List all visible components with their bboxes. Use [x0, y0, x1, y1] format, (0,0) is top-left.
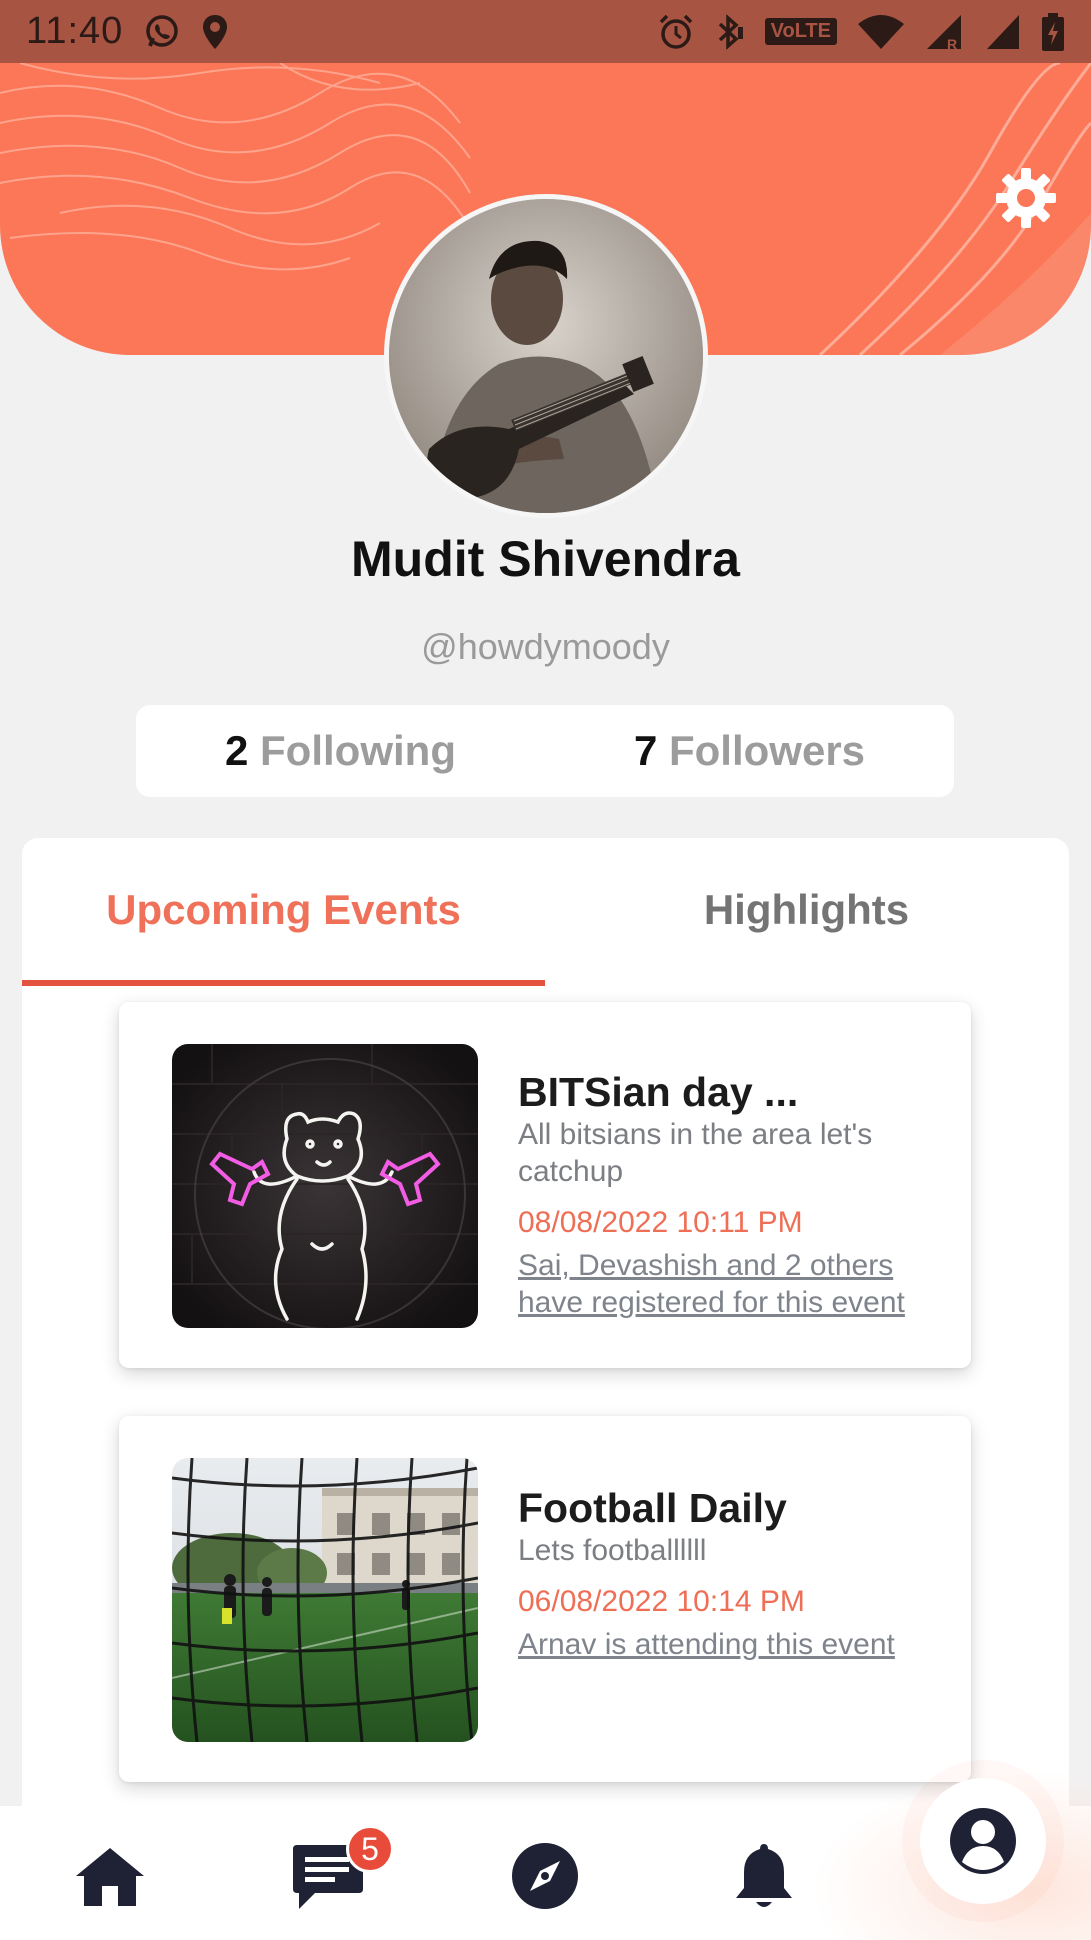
location-icon: [201, 13, 229, 51]
followers-count: 7: [633, 727, 658, 774]
gear-icon: [996, 168, 1056, 228]
status-bar: 11:40 VoLTE R: [0, 0, 1091, 63]
event-info: BITSian day ... All bitsians in the area…: [518, 1068, 941, 1321]
following-stat[interactable]: 2 Following: [136, 727, 545, 775]
nav-notifications[interactable]: [724, 1836, 804, 1916]
compass-icon: [512, 1843, 578, 1909]
volte-badge: VoLTE: [764, 18, 837, 45]
event-attendance-link[interactable]: Sai, Devashish and 2 others have registe…: [518, 1247, 941, 1321]
event-description: All bitsians in the area let's catchup: [518, 1118, 873, 1188]
neon-bear-image: [172, 1044, 478, 1328]
profile-icon: [950, 1808, 1016, 1874]
nav-home[interactable]: [70, 1836, 150, 1916]
followers-label: Followers: [668, 727, 866, 774]
event-card[interactable]: BITSian day ... All bitsians in the area…: [119, 1002, 971, 1368]
bell-icon: [736, 1844, 792, 1907]
status-time: 11:40: [26, 10, 124, 52]
signal-icon: [985, 13, 1021, 51]
avatar[interactable]: [384, 194, 708, 518]
event-card[interactable]: Football Daily Lets footballllll 06/08/2…: [119, 1416, 971, 1782]
follow-stats: 2 Following 7 Followers: [136, 705, 954, 797]
event-datetime: 06/08/2022 10:14 PM: [518, 1585, 805, 1618]
avatar-photo: [389, 199, 703, 513]
alarm-icon: [657, 13, 695, 51]
event-title: BITSian day ...: [518, 1069, 799, 1115]
event-title: Football Daily: [518, 1485, 787, 1531]
whatsapp-icon: [143, 13, 181, 51]
nav-profile[interactable]: [920, 1778, 1046, 1904]
tab-highlights[interactable]: Highlights: [545, 838, 1068, 986]
home-icon: [76, 1848, 144, 1906]
event-description: Lets footballllll: [518, 1534, 707, 1567]
following-label: Following: [260, 727, 456, 774]
profile-handle: @howdymoody: [421, 626, 670, 667]
event-info: Football Daily Lets footballllll 06/08/2…: [518, 1484, 941, 1663]
profile-name: Mudit Shivendra: [351, 531, 740, 587]
signal-roaming-icon: R: [925, 13, 965, 51]
football-field-image: [172, 1458, 478, 1742]
active-tab-indicator: [22, 980, 545, 986]
settings-button[interactable]: [991, 163, 1061, 233]
tab-upcoming-events[interactable]: Upcoming Events: [22, 838, 545, 986]
svg-text:R: R: [947, 36, 957, 51]
tab-bar: Upcoming Events Highlights: [22, 838, 1069, 986]
followers-stat[interactable]: 7 Followers: [545, 727, 954, 775]
event-thumbnail: [172, 1044, 478, 1328]
battery-charging-icon: [1041, 12, 1065, 52]
event-datetime: 08/08/2022 10:11 PM: [518, 1206, 803, 1239]
following-count: 2: [225, 727, 249, 774]
nav-explore[interactable]: [505, 1836, 585, 1916]
event-thumbnail: [172, 1458, 478, 1742]
chat-unread-badge: 5: [346, 1825, 394, 1873]
wifi-icon: [857, 14, 905, 50]
bluetooth-icon: [715, 13, 745, 51]
event-attendance-link[interactable]: Arnav is attending this event: [518, 1626, 941, 1663]
